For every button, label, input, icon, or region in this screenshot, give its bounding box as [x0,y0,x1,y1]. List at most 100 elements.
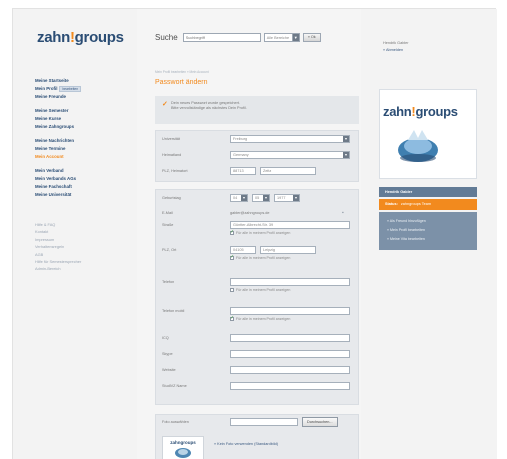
footer-link-agb[interactable]: AGB [35,251,81,258]
ort-input[interactable]: Leipzig [260,246,316,254]
zahngroups-logo[interactable]: zahn!groups [37,29,124,46]
checkbox-checked-icon [230,254,234,260]
form-section-personal: Geburtstag 04 ▼ 05 ▼ 1977 ▼ E-Mail gabler@z… [155,189,359,405]
logout-link[interactable]: » Abmelden [383,48,403,52]
checkbox-label: Für alle in meinem Profil anzeigen [236,288,291,292]
edit-vita-link[interactable]: » Meine Vita bearbeiten [379,235,477,244]
svg-text:zahngroups: zahngroups [170,440,196,445]
edit-badge[interactable]: bearbeiten [59,86,82,92]
search-area-select[interactable]: Alle Bereiche ▼ [263,33,300,42]
telefon-input[interactable] [230,278,350,286]
nav-account[interactable]: Mein Account [35,153,81,161]
file-path-input[interactable] [230,418,298,426]
search-ok-button[interactable]: » Ok [302,33,321,42]
nav-nachrichten[interactable]: Meine Nachrichten [35,137,81,145]
skype-label: Skype [162,352,173,356]
add-friend-link[interactable]: » Als Freund hinzufügen [379,217,477,226]
geb-day-value: 04 [233,196,238,200]
plz-input[interactable]: 04105 [230,246,256,254]
nav-universitaet[interactable]: Meine Universität [35,191,81,199]
uni-select[interactable]: Freiburg ▼ [230,135,350,143]
browse-button[interactable]: Durchsuchen... [302,417,338,427]
breadcrumb[interactable]: Mein Profil bearbeiten » Mein Account [155,70,209,74]
checkbox-label: Für alle in meinem Profil anzeigen [236,317,291,321]
mobil-input[interactable] [230,307,350,315]
checkbox-unchecked-icon [230,288,234,292]
search-input[interactable] [182,33,261,42]
email-value: gabler@zahngroups.de [230,211,270,215]
logo-text-left: zahn [383,104,412,119]
geb-day-select[interactable]: 04 ▼ [230,194,248,202]
uni-label: Universität [162,137,180,141]
nav-verband[interactable]: Mein Verband [35,167,81,175]
studivz-label: StudiVZ Name [162,384,187,388]
status-value: zahngroups Team [400,202,431,206]
nav-semester[interactable]: Meine Semester [35,107,81,115]
chevron-down-icon: ▼ [263,195,269,201]
plz-heimatort-label: PLZ, Heimatort [162,169,188,173]
nav-zahngroups[interactable]: Meine Zahngroups [35,123,81,131]
footer-link-impressum[interactable]: Impressum [35,236,81,243]
plz-heimat-input[interactable]: 88713 [230,167,256,175]
nav-startseite[interactable]: Meine Startseite [35,77,81,85]
strasse-public-checkbox[interactable]: Für alle in meinem Profil anzeigen [230,229,290,235]
mobil-public-checkbox[interactable]: Für alle in meinem Profil anzeigen [230,315,291,321]
plzort-public-checkbox[interactable]: Für alle in meinem Profil anzeigen [230,254,290,260]
footer-link-semestersprecher[interactable]: Hilfe für Semestersprecher [35,258,81,265]
footer-link-kontakt[interactable]: Kontakt [35,228,81,235]
geb-month-select[interactable]: 05 ▼ [252,194,270,202]
no-photo-link[interactable]: » Kein Foto verwenden (Standardbild) [214,442,278,446]
status-label: Status: [385,202,398,206]
chevron-down-icon: ▼ [241,195,247,201]
user-greeting: Hendrik Gabler » Abmelden [383,40,409,53]
mobil-label: Telefon mobil [162,309,185,313]
search-label: Suche [155,33,178,42]
nav-termine[interactable]: Meine Termine [35,145,81,153]
telefon-label: Telefon [162,280,175,284]
footer-link-verhaltensregeln[interactable]: Verhaltensregeln [35,243,81,250]
nav-profil-label: Mein Profil [35,86,58,91]
heimatort-input[interactable]: Zeitz [260,167,316,175]
nav-fachschaft[interactable]: Meine Fachschaft [35,183,81,191]
chevron-down-icon: ▼ [291,34,299,41]
form-section-university: Universität Freiburg ▼ Heimatland Germany… [155,130,359,182]
chevron-down-icon: ▼ [343,136,349,142]
notice-line-2: Bitte vervollständige als nächstes Dein … [171,105,247,110]
nav-freunde[interactable]: Meine Freunde [35,93,81,101]
footer-link-hilfe[interactable]: Hilfe & FAQ [35,221,81,228]
skype-input[interactable] [230,350,350,358]
chevron-down-icon: ▼ [343,152,349,158]
geb-year-value: 1977 [277,196,286,200]
checkbox-checked-icon [230,315,234,321]
status-badge: Status: zahngroups Team [379,199,477,210]
heimatland-select[interactable]: Germany ▼ [230,151,350,159]
tooth-logo-icon [398,130,438,162]
success-notice: ✓ Dein neues Passwort wurde gespeichert.… [155,96,359,124]
nav-kurse[interactable]: Meine Kurse [35,115,81,123]
plz-ort-label: PLZ, Ort [162,248,177,252]
strasse-input[interactable]: Güntter-Albrecht-Str. 39 [230,221,350,229]
edit-profile-link[interactable]: » Mein Profil bearbeiten [379,226,477,235]
telefon-public-checkbox[interactable]: Für alle in meinem Profil anzeigen [230,288,290,292]
geb-year-select[interactable]: 1977 ▼ [274,194,300,202]
logo-text-left: zahn [37,29,70,46]
studivz-input[interactable] [230,382,350,390]
user-actions: » Als Freund hinzufügen » Mein Profil be… [379,212,477,250]
website-label: Website [162,368,176,372]
logo-text-right: groups [415,104,458,119]
main-navigation: Meine Startseite Mein Profil bearbeiten M… [35,77,81,273]
geb-month-value: 05 [255,196,260,200]
footer-link-admin[interactable]: Admin-Bereich [35,265,81,272]
user-profile-card: zahn!groups [379,89,477,179]
checkmark-icon: ✓ [162,101,168,108]
nav-verbands-ags[interactable]: Mein Verbands AGs [35,175,81,183]
icq-input[interactable] [230,334,350,342]
icq-label: ICQ [162,336,169,340]
search-area-value: Alle Bereiche [266,35,290,40]
logo-text-right: groups [74,29,124,46]
nav-profil[interactable]: Mein Profil bearbeiten [35,85,82,93]
right-sidebar: Hendrik Gabler » Abmelden zahn!groups He… [361,9,497,459]
left-sidebar: zahn!groups Meine Startseite Mein Profil… [13,9,137,459]
main-content: Suche Alle Bereiche▼ » Ok Mein Profil be… [137,9,361,459]
website-input[interactable] [230,366,350,374]
